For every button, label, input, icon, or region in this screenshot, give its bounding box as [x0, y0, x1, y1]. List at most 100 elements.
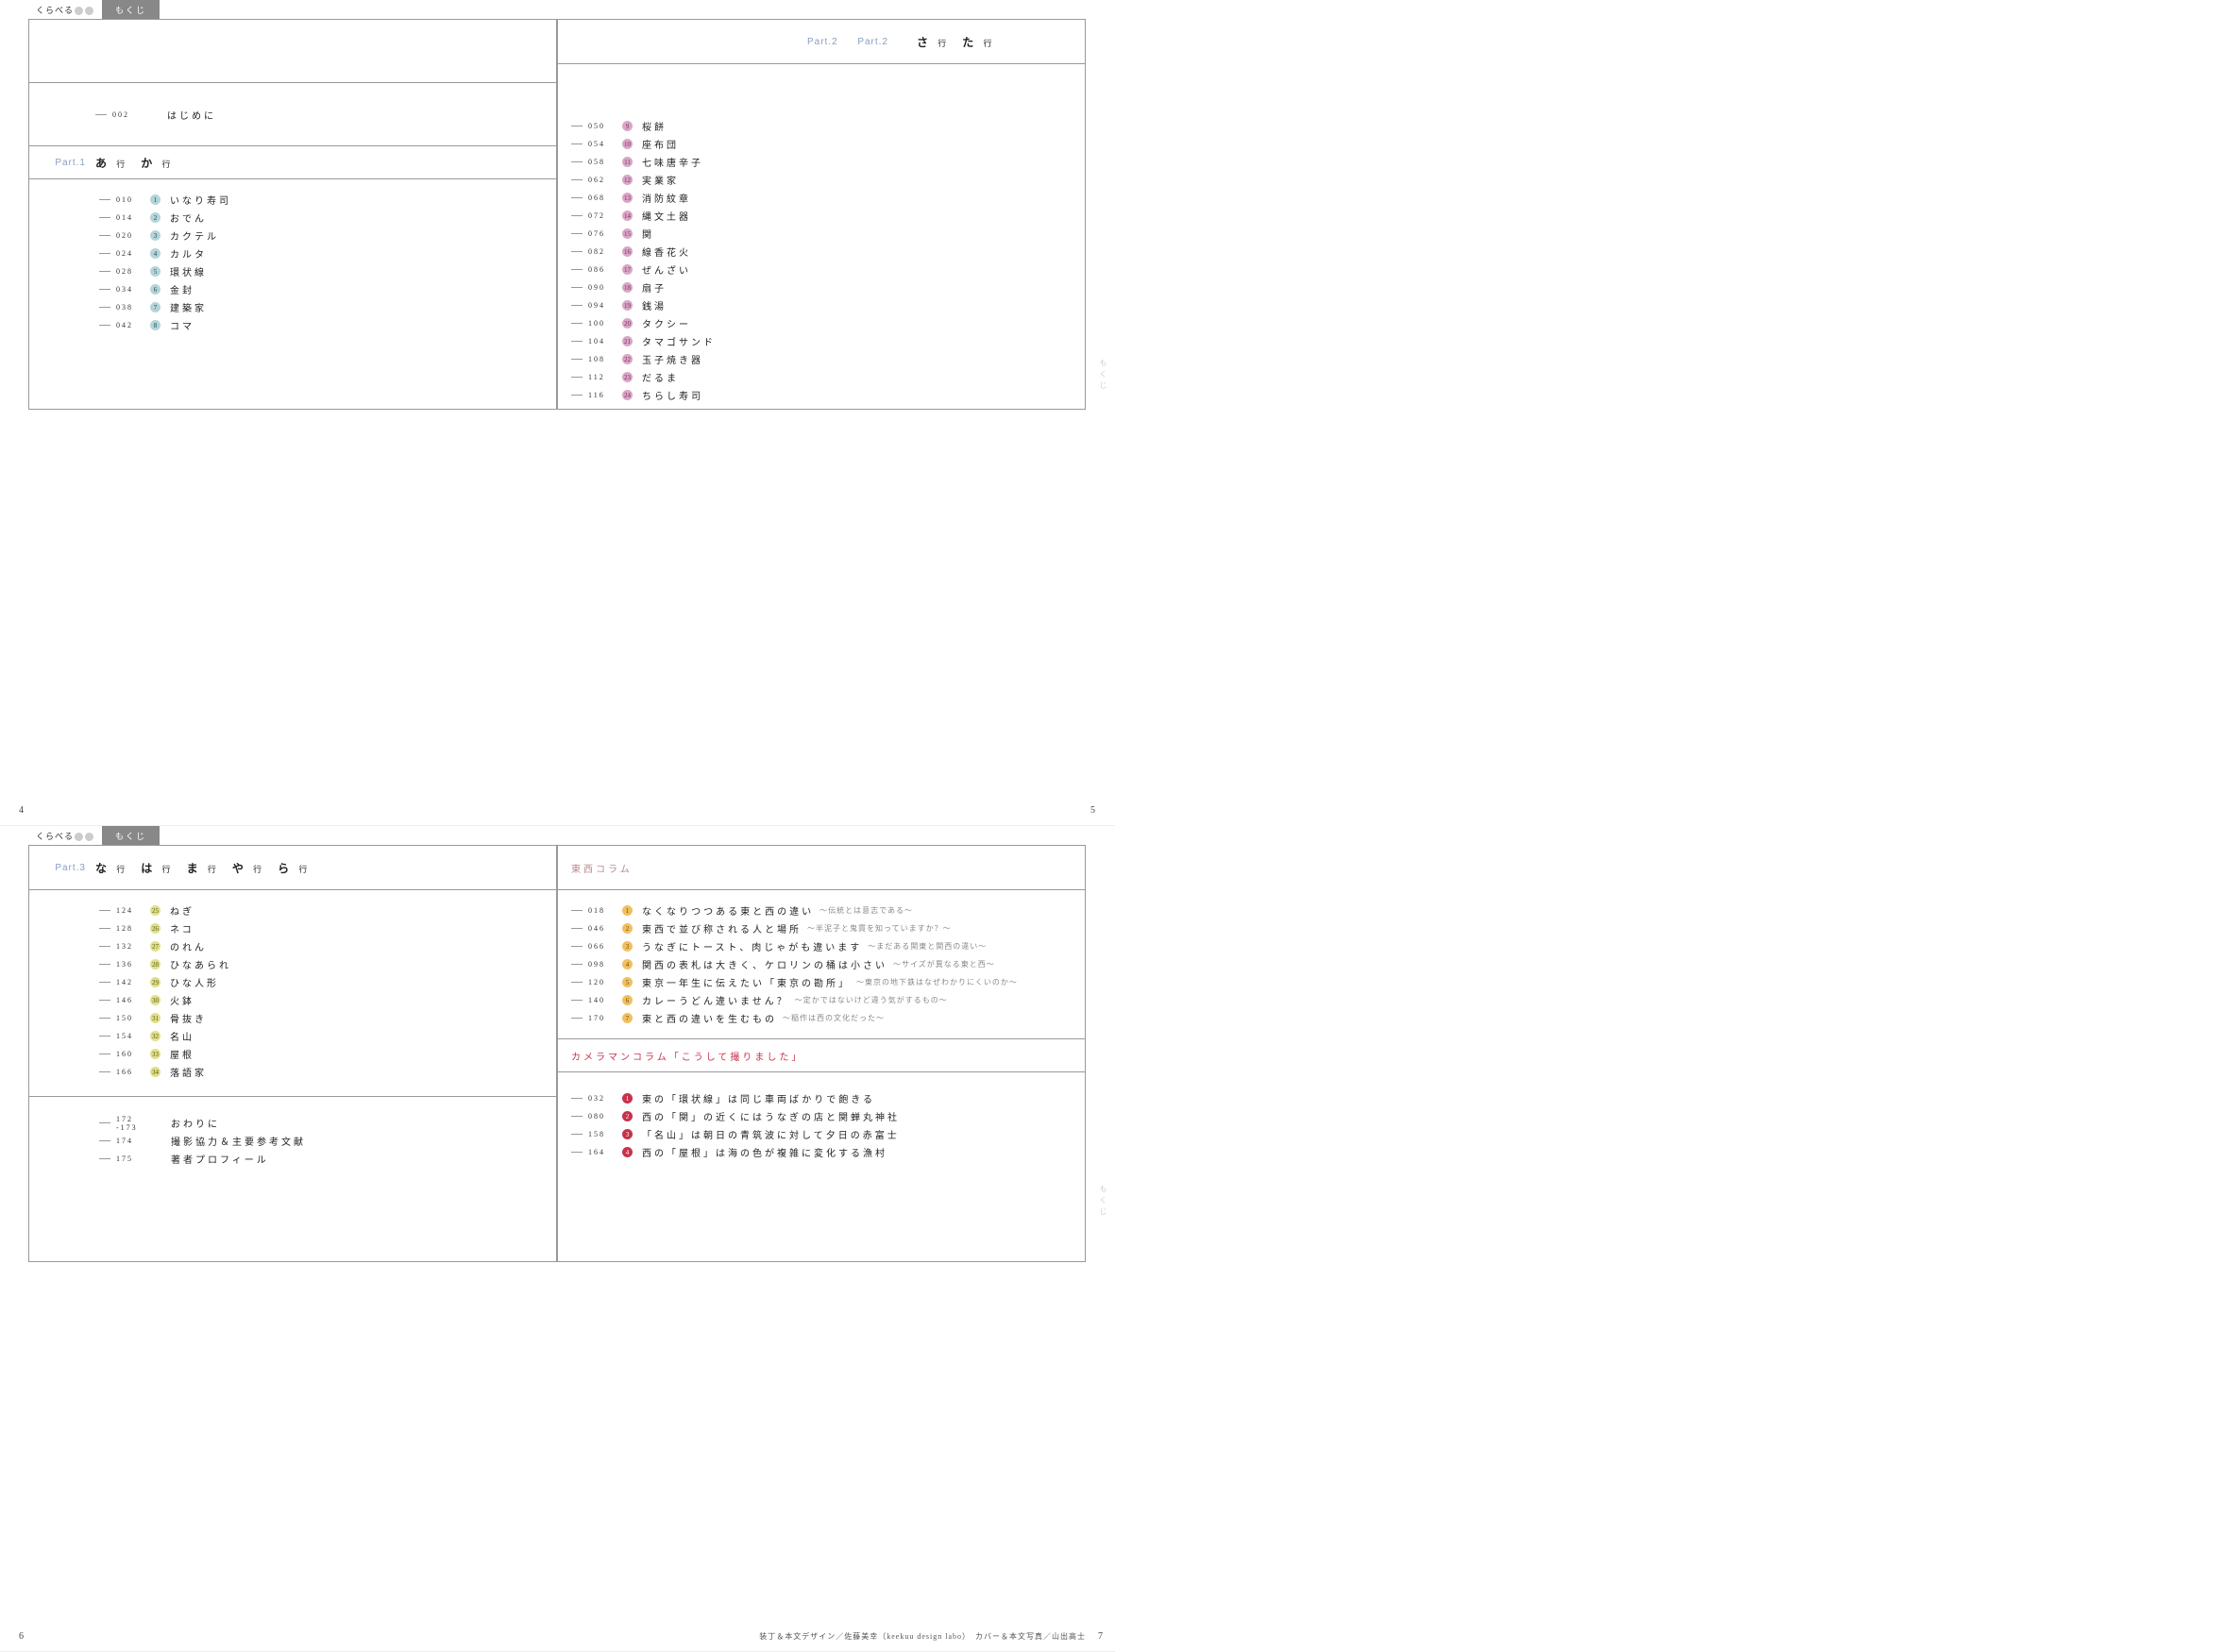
page-5: Part.2 Part.2 さ 行 た 行 050 9 桜餅 054 10 座布…: [557, 0, 1114, 825]
entry-title: タマゴサンド: [642, 334, 716, 348]
entry-title: おでん: [170, 211, 207, 225]
entry-number: 1: [150, 194, 160, 205]
toc-entry: 080 2 西の「関」の近くにはうなぎの店と関蝉丸神社: [571, 1107, 1085, 1125]
entry-number: 2: [150, 212, 160, 223]
col2-entries: 032 1 東の「環状線」は同じ車両ばかりで飽きる 080 2 西の「関」の近く…: [558, 1072, 1085, 1172]
entry-title: 西の「関」の近くにはうなぎの店と関蝉丸神社: [642, 1109, 900, 1123]
entry-title: 線香花火: [642, 244, 691, 259]
page-ref: 128: [116, 924, 150, 933]
entry-title: だるま: [642, 370, 679, 384]
entry-title: 桜餅: [642, 119, 667, 133]
entry-title: 消防紋章: [642, 191, 691, 205]
toc-entry: 108 22 玉子焼き器: [571, 350, 1085, 368]
entry-number: 2: [622, 1111, 633, 1121]
page-ref: 032: [588, 1094, 622, 1103]
page-ref: 142: [116, 978, 150, 986]
series-tag: くらべる: [28, 4, 102, 16]
toc-entry: 082 16 線香花火: [571, 243, 1085, 261]
toc-entry: 120 5 東京一年生に伝えたい「東京の勘所」 〜東京の地下鉄はなぜわかりにくい…: [571, 973, 1085, 991]
page-ref: 098: [588, 960, 622, 969]
entry-title: 玉子焼き器: [642, 352, 703, 366]
entry-number: 21: [622, 336, 633, 346]
toc-entry: 174 撮影協力＆主要参考文献: [99, 1132, 556, 1150]
entry-number: 14: [622, 211, 633, 221]
page-ref: 024: [116, 249, 150, 258]
entry-title: 西の「屋根」は海の色が複雑に変化する漁村: [642, 1145, 887, 1159]
page-ref: 010: [116, 195, 150, 204]
entry-title: ひな人形: [170, 975, 219, 989]
page-ref: 146: [116, 996, 150, 1004]
entry-title: 落語家: [170, 1065, 207, 1079]
page-ref: 175: [116, 1155, 150, 1163]
page-ref: 164: [588, 1148, 622, 1156]
toc-entry: 020 3 カクテル: [99, 227, 556, 244]
toc-entry: 166 34 落語家: [99, 1063, 556, 1081]
toc-entry: 076 15 関: [571, 225, 1085, 243]
toc-entry: 090 18 扇子: [571, 278, 1085, 296]
page-ref: 108: [588, 355, 622, 363]
entry-title: 金封: [170, 282, 194, 296]
toc-entry: 038 7 建築家: [99, 298, 556, 316]
entry-number: 1: [622, 1093, 633, 1104]
entry-title: 七味唐辛子: [642, 155, 703, 169]
entry-title: 縄文土器: [642, 209, 691, 223]
toc-entry: 124 25 ねぎ: [99, 902, 556, 919]
entry-title: ネコ: [170, 921, 194, 936]
entry-subtitle: 〜まだある関東と関西の違い〜: [868, 941, 987, 952]
page-ref: 120: [588, 978, 622, 986]
page-ref: 018: [588, 906, 622, 915]
entry-title: 東の「環状線」は同じ車両ばかりで飽きる: [642, 1091, 875, 1105]
entry-number: 26: [150, 923, 160, 934]
side-label: もくじ: [1098, 359, 1108, 393]
page-number: 7: [1098, 1631, 1103, 1642]
entry-number: 34: [150, 1067, 160, 1077]
toc-entry: 032 1 東の「環状線」は同じ車両ばかりで飽きる: [571, 1089, 1085, 1107]
toc-entry: 154 32 名山: [99, 1027, 556, 1045]
entry-title: 座布団: [642, 137, 679, 151]
entry-number: 32: [150, 1031, 160, 1041]
entry-number: 24: [622, 390, 633, 400]
part1-header: Part.1 あ 行 か 行: [29, 146, 556, 179]
page-ref: 068: [588, 194, 622, 202]
page-ref: 082: [588, 247, 622, 256]
page-ref: 154: [116, 1032, 150, 1040]
page-ref: 094: [588, 301, 622, 310]
entry-title: 東西で並び称される人と場所: [642, 921, 802, 936]
page-ref: 158: [588, 1130, 622, 1138]
toc-entry: 136 28 ひなあられ: [99, 955, 556, 973]
col1-entries: 018 1 なくなりつつある東と西の違い 〜伝統とは意志である〜 046 2 東…: [558, 890, 1085, 1038]
entry-number: 23: [622, 372, 633, 382]
page-ref: 002: [112, 110, 146, 119]
entry-number: 6: [622, 995, 633, 1005]
toc-entry: 066 3 うなぎにトースト、肉じゃがも違います 〜まだある関東と関西の違い〜: [571, 937, 1085, 955]
entry-number: 10: [622, 139, 633, 149]
entry-title: 撮影協力＆主要参考文献: [171, 1134, 306, 1148]
credits: 装丁＆本文デザイン／佐藤美幸（keekuu design labo） カバー＆本…: [759, 1631, 1086, 1642]
entry-title: 建築家: [170, 300, 207, 314]
content-frame: Part.3 な 行 は 行 ま 行 や 行 ら 行 124 25 ねぎ 128…: [28, 845, 557, 1262]
page-ref: 166: [116, 1068, 150, 1076]
toc-entry: 116 24 ちらし寿司: [571, 386, 1085, 404]
entry-number: 3: [622, 1129, 633, 1139]
entry-subtitle: 〜稲作は西の文化だった〜: [783, 1013, 885, 1023]
toc-entry: 068 13 消防紋章: [571, 189, 1085, 207]
entry-title: うなぎにトースト、肉じゃがも違います: [642, 939, 862, 953]
entry-subtitle: 〜東京の地下鉄はなぜわかりにくいのか〜: [856, 977, 1018, 987]
entry-title: 実業家: [642, 173, 679, 187]
entry-number: 33: [150, 1049, 160, 1059]
toc-entry: 024 4 カルタ: [99, 244, 556, 262]
entry-number: 27: [150, 941, 160, 952]
entry-number: 28: [150, 959, 160, 969]
page-ref: 038: [116, 303, 150, 312]
part2-entries: 050 9 桜餅 054 10 座布団 058 11 七味唐辛子 062 12 …: [558, 64, 1085, 415]
entry-number: 19: [622, 300, 633, 311]
entry-title: カクテル: [170, 228, 219, 243]
entry-title: 名山: [170, 1029, 194, 1043]
entry-subtitle: 〜サイズが異なる東と西〜: [893, 959, 995, 969]
page-number: 6: [19, 1631, 24, 1642]
page-ref: 112: [588, 373, 622, 381]
page-ref: 066: [588, 942, 622, 951]
toc-entry: 072 14 縄文土器: [571, 207, 1085, 225]
intro-entry: 002 はじめに: [95, 106, 216, 124]
entry-number: 13: [622, 193, 633, 203]
